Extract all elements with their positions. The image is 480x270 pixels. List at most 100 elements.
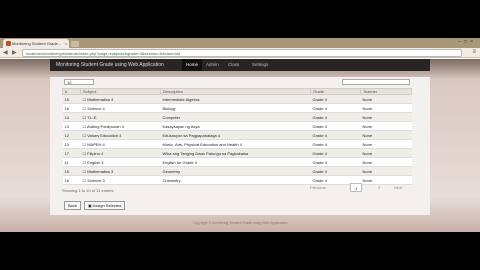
browser-tab-bar: Monitoring Student Grade... × –□× [0,38,480,48]
cell-subject: ☐ Values Education 4 [80,130,161,140]
subject-name: Araling Panlipunan 4 [86,123,124,129]
subject-name: English 4 [87,159,104,165]
cell-subject: ☐ MAPEH 4 [80,139,161,149]
cell-id: 13 [62,121,81,131]
subject-name: Science 4 [87,105,105,111]
cell-grade: Grade 4 [310,94,361,104]
cell-teacher: None [360,94,412,104]
table-row[interactable]: 10 ☐ MAPEH 4 Music, Arts, Physical Educati… [62,139,412,149]
cell-teacher: None [360,130,412,140]
cell-description: Computer [160,112,311,122]
cell-id: 15 [62,94,81,104]
table-row[interactable]: 14 ☐ T.L.E. Computer Grade 4 None [62,112,412,122]
table-row[interactable]: 15 ☐ Mathematics 3 Geometry Grade 4 None [62,166,412,176]
table-row[interactable]: 13 ☐ Araling Panlipunan 4 Kasaysayan ng As… [62,121,412,131]
cell-description: Kasaysayan ng Asya [160,121,311,131]
cell-subject: ☐ Araling Panlipunan 4 [80,121,161,131]
new-tab-button[interactable] [71,41,79,47]
close-tab-icon[interactable]: × [65,39,67,48]
cell-description: Geometry [160,166,311,176]
app-navbar: Monitoring Student Grade using Web Appli… [50,59,430,71]
pager-page-2[interactable]: 2 [374,183,384,192]
cell-subject: ☐ Science 4 [80,103,161,113]
cell-id: 11 [62,157,81,167]
window-controls[interactable]: –□× [458,39,476,45]
cell-teacher: None [360,139,412,149]
cell-grade: Grade 4 [310,121,361,131]
app-brand[interactable]: Monitoring Student Grade using Web Appli… [56,59,164,71]
cell-teacher: None [360,166,412,176]
subject-name: Mathematics 4 [87,96,114,102]
tab-title: Monitoring Student Grade... [12,41,62,46]
cell-description: Intermediate Algebra [160,94,311,104]
pager-page-1[interactable]: 1 [350,183,363,192]
cell-description: Music, Arts, Physical Education and Heal… [160,139,311,149]
cell-grade: Grade 4 [310,157,361,167]
nav-admin[interactable]: Admin [202,59,223,71]
subjects-panel: 10 # Subject Description Grade Teacher 1… [50,77,430,215]
cell-grade: Grade 4 [310,103,361,113]
cell-grade: Grade 4 [310,112,361,122]
cell-description: Chemistry [160,175,311,185]
subject-name: T.L.E. [87,114,98,120]
table-info: Showing 1 to 10 of 11 entries [62,188,114,193]
cell-subject: ☐ Mathematics 3 [80,166,161,176]
subject-name: Science 3 [87,177,105,183]
cell-teacher: None [360,103,412,113]
cell-grade: Grade 4 [310,139,361,149]
pager-previous[interactable]: Previous [306,183,330,192]
cell-subject: ☐ English 4 [80,157,161,167]
subject-name: Values Education 4 [87,132,122,138]
url-field[interactable]: localhost/monitoring/students/index.php?… [22,49,462,57]
cell-id: 16 [62,103,81,113]
cell-id: 14 [62,112,81,122]
cell-teacher: None [360,157,412,167]
nav-home[interactable]: Home [182,59,203,71]
cell-description: Wika ang Tanging Daan Patungo sa Pagkaka… [160,148,311,158]
pager-next[interactable]: Next [390,183,406,192]
subject-name: Mathematics 3 [87,168,114,174]
cell-teacher: None [360,112,412,122]
address-bar: ◀ ▶ localhost/monitoring/students/index.… [0,48,480,58]
subject-name: Filipino 4 [87,150,104,156]
cell-subject: ☐ T.L.E. [80,112,161,122]
cell-id: 10 [62,139,81,149]
forward-arrow-icon[interactable]: ▶ [12,49,17,57]
table-row[interactable]: 11 ☐ English 4 English for Grade 4 Grade 4N… [62,157,412,167]
assign-icon: ▣ [88,203,92,208]
assign-selected-button[interactable]: ▣ Assign Selected [84,201,126,210]
back-button[interactable]: Back [64,201,81,210]
table-row[interactable]: 16 ☐ Science 4 Biology Grade 4 None [62,103,412,113]
cell-subject: ☐ Filipino 4 [80,148,161,158]
cell-teacher: None [360,148,412,158]
browser-window: Monitoring Student Grade... × –□× ◀ ▶ lo… [0,38,480,232]
search-input[interactable] [342,79,410,85]
cell-id: 12 [62,130,81,140]
wrench-icon[interactable]: ≡ [472,49,476,55]
table-row[interactable]: 15 ☐ Mathematics 4 Intermediate Algebra Gra… [62,94,412,104]
favicon-icon [6,41,11,46]
subject-name: MAPEH 4 [87,141,105,147]
page-content: Monitoring Student Grade using Web Appli… [0,59,480,232]
cell-id: 15 [62,166,81,176]
cell-subject: ☐ Science 3 [80,175,161,185]
cell-grade: Grade 4 [310,130,361,140]
nav-settings[interactable]: Settings [248,59,272,71]
table-row[interactable]: 12 ☐ Values Education 4 Edukasyon sa Pagpa… [62,130,412,140]
cell-description: English for Grade 4 [160,157,311,167]
table-row[interactable]: 17 ☐ Filipino 4 Wika ang Tanging Daan Patu… [62,148,412,158]
cell-id: 17 [62,148,81,158]
footer-text: Copyright © Monitoring Student Grade usi… [192,221,288,225]
cell-description: Edukasyon sa Pagpapahalaga 4 [160,130,311,140]
cell-teacher: None [360,121,412,131]
back-arrow-icon[interactable]: ◀ [3,49,8,57]
cell-id: 16 [62,175,81,185]
cell-subject: ☐ Mathematics 4 [80,94,161,104]
page-length-select[interactable]: 10 [64,79,94,85]
browser-tab[interactable]: Monitoring Student Grade... × [3,39,69,48]
nav-class[interactable]: Class [224,59,243,71]
cell-grade: Grade 4 [310,148,361,158]
cell-grade: Grade 4 [310,166,361,176]
cell-description: Biology [160,103,311,113]
assign-label: Assign Selected [92,203,122,208]
